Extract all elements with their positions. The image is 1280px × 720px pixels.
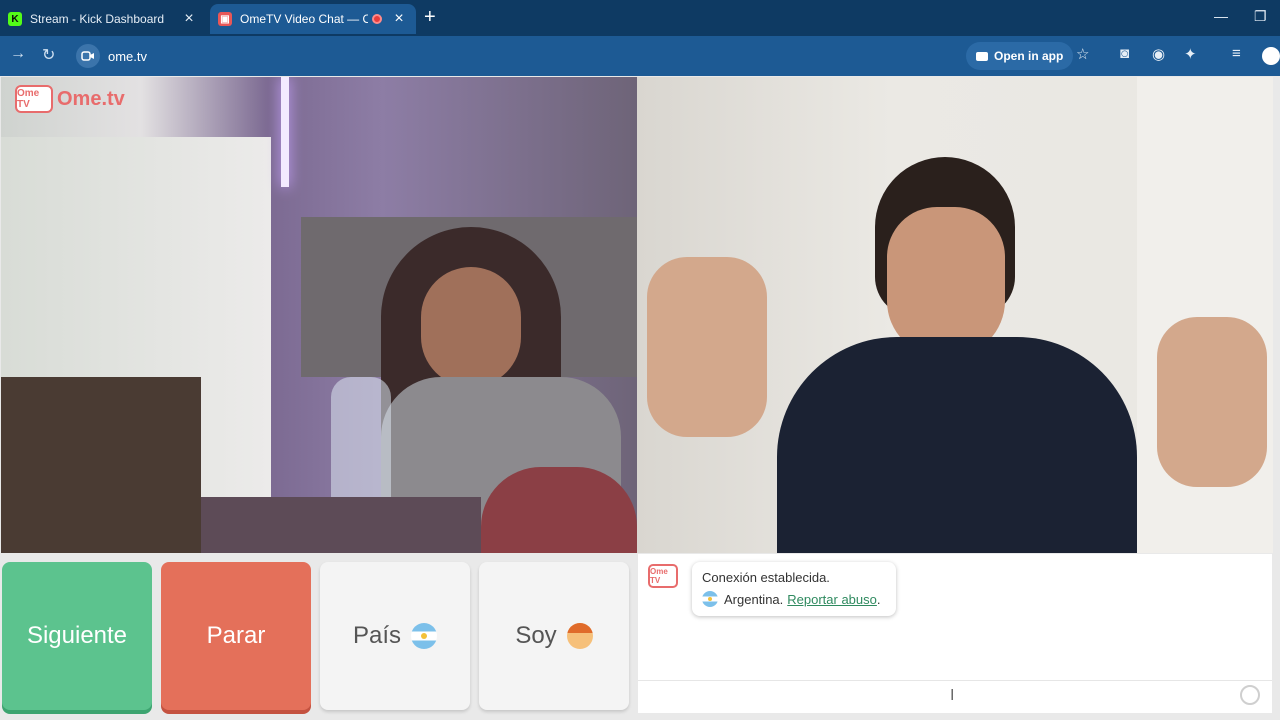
ometv-icon: ▣ <box>218 12 232 26</box>
connection-status: Conexión establecida. <box>702 570 830 585</box>
tv-icon: Ome TV <box>15 85 53 113</box>
tab-kick-dashboard[interactable]: K Stream - Kick Dashboard × <box>0 4 206 34</box>
chat-panel: Ome TV Conexión establecida. Argentina. … <box>638 554 1272 713</box>
site-info-icon[interactable] <box>76 44 100 68</box>
address-toolbar: → ↻ ome.tv Open in app ☆ ◙ ◉ ✦ ≡ <box>0 36 1280 76</box>
tab-ometv[interactable]: ▣ OmeTV Video Chat — Ome × <box>210 4 416 34</box>
profile-avatar[interactable] <box>1262 47 1280 65</box>
next-button[interactable]: Siguiente <box>2 562 152 710</box>
left-hand-image <box>647 257 767 437</box>
address-bar[interactable]: ome.tv <box>70 41 1100 71</box>
star-icon[interactable]: ☆ <box>1076 45 1089 63</box>
ometv-chat-logo-icon: Ome TV <box>648 564 678 588</box>
self-video <box>637 77 1273 553</box>
close-icon[interactable]: × <box>180 10 198 28</box>
minimize-icon[interactable]: — <box>1214 8 1228 24</box>
ometv-logo: Ome TV Ome.tv <box>15 85 125 113</box>
person-face-image <box>887 207 1005 357</box>
right-hand-image <box>1157 317 1267 487</box>
stop-button[interactable]: Parar <box>161 562 311 710</box>
tab-title: Stream - Kick Dashboard <box>30 12 165 26</box>
report-period: . <box>876 591 881 607</box>
reload-icon[interactable]: ↻ <box>42 45 55 65</box>
tab-strip: K Stream - Kick Dashboard × ▣ OmeTV Vide… <box>0 0 1280 36</box>
open-in-app-label: Open in app <box>994 49 1064 63</box>
extension-record-icon[interactable]: ◉ <box>1152 45 1165 63</box>
url-text: ome.tv <box>108 48 148 64</box>
restore-icon[interactable]: ❐ <box>1254 8 1267 25</box>
emoji-icon[interactable] <box>1240 685 1260 705</box>
text-cursor-icon: I <box>950 687 955 704</box>
open-in-app-button[interactable]: Open in app <box>966 42 1074 70</box>
stop-button-label: Parar <box>206 622 266 649</box>
chat-input[interactable]: I <box>638 680 1272 713</box>
country-button[interactable]: País <box>320 562 470 710</box>
chair-image <box>1 377 201 553</box>
tab-title: OmeTV Video Chat — Ome <box>240 12 368 26</box>
logo-text: Ome.tv <box>57 87 125 110</box>
kick-icon: K <box>8 12 22 26</box>
gender-button[interactable]: Soy <box>479 562 629 710</box>
bowl-image <box>481 467 637 553</box>
country-name: Argentina. <box>724 591 784 607</box>
person-face-image <box>421 267 521 387</box>
recording-icon <box>372 14 382 24</box>
table-image <box>201 497 481 553</box>
argentina-flag-icon <box>702 591 718 607</box>
report-abuse-link[interactable]: Reportar abuso <box>787 592 877 607</box>
close-icon[interactable]: × <box>390 10 408 28</box>
system-message: Conexión establecida. Argentina. Reporta… <box>692 562 896 616</box>
gender-button-label: Soy <box>515 622 557 649</box>
boy-icon <box>566 623 593 649</box>
media-control-icon[interactable]: ≡ <box>1232 45 1241 62</box>
led-strip-image <box>281 77 289 187</box>
new-tab-icon[interactable]: + <box>424 7 436 27</box>
extensions-puzzle-icon[interactable]: ✦ <box>1184 45 1197 63</box>
stranger-video: Ome TV Ome.tv <box>1 77 637 553</box>
forward-icon[interactable]: → <box>10 45 26 63</box>
extension-glasses-icon[interactable]: ◙ <box>1120 45 1129 62</box>
argentina-flag-icon <box>411 623 438 649</box>
person-shirt-image <box>777 337 1137 553</box>
app-icon <box>976 51 988 61</box>
country-button-label: País <box>352 622 402 649</box>
next-button-label: Siguiente <box>26 622 128 649</box>
